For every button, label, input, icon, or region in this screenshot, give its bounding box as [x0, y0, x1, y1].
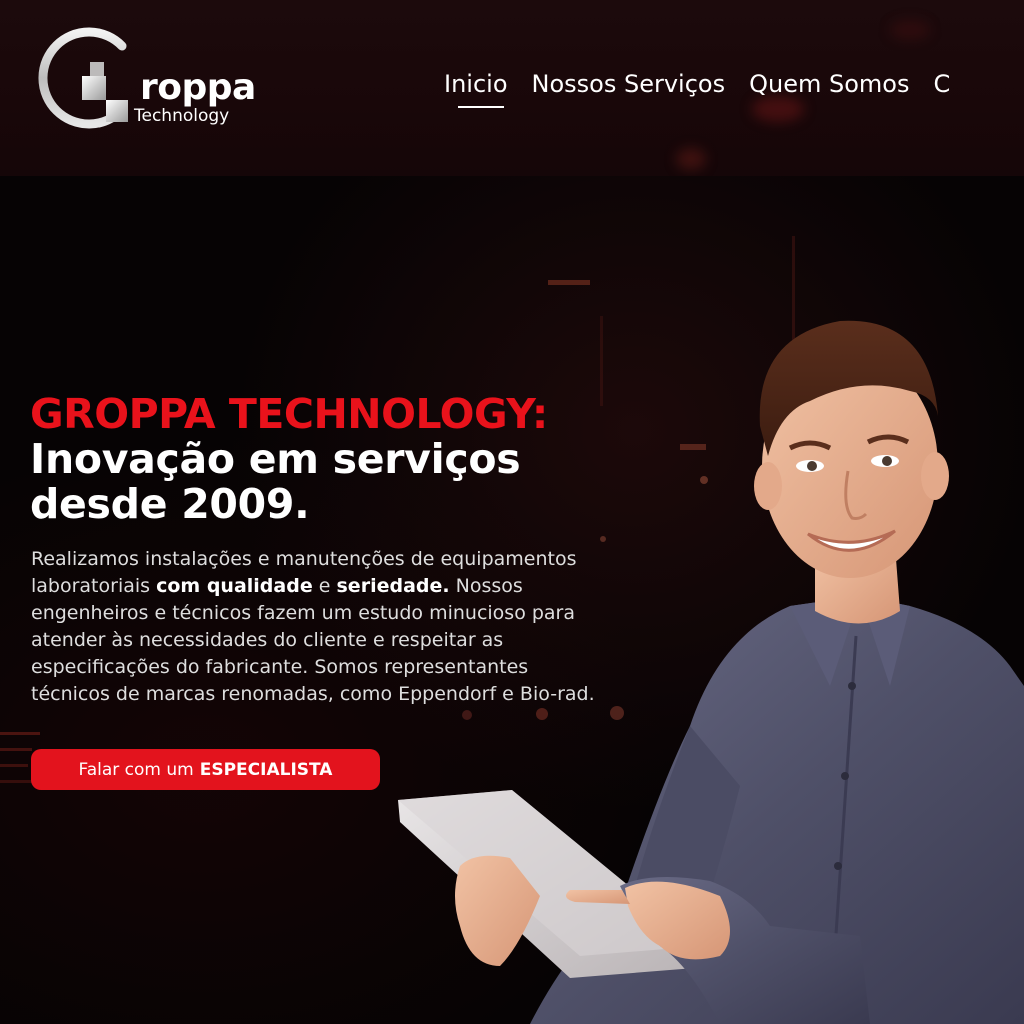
header-bokeh-light — [752, 96, 804, 122]
bg-light-streak — [0, 732, 40, 735]
nav-item-contato[interactable]: C — [933, 70, 950, 99]
bg-light-streak — [0, 764, 28, 767]
nav-item-inicio[interactable]: Inicio — [444, 70, 508, 108]
hero-title-brand: GROPPA TECHNOLOGY: — [30, 390, 548, 438]
bg-light-streak — [548, 280, 590, 285]
main-nav: Inicio Nossos Serviços Quem Somos C — [444, 70, 974, 108]
nav-item-nossos-servicos[interactable]: Nossos Serviços — [532, 70, 726, 99]
header-bokeh-light — [676, 148, 706, 170]
bg-light-streak — [0, 748, 32, 751]
talk-to-specialist-button[interactable]: Falar com um ESPECIALISTA — [31, 749, 380, 790]
hero-heading: GROPPA TECHNOLOGY: Inovação em serviços … — [30, 390, 670, 529]
hero-description: Realizamos instalações e manutenções de … — [31, 546, 611, 708]
cta-emphasis: ESPECIALISTA — [199, 759, 333, 780]
brand-name: roppa — [140, 67, 256, 108]
hero-title-line-1: Inovação em serviços — [30, 435, 521, 484]
hero-text-part: e — [312, 575, 337, 597]
hero-section: GROPPA TECHNOLOGY: Inovação em serviços … — [0, 176, 1024, 1024]
site-header: roppa Technology Inicio Nossos Serviços … — [0, 0, 1024, 176]
hero-text-emphasis: seriedade. — [336, 575, 450, 597]
hero-text-emphasis: com qualidade — [156, 575, 313, 597]
nav-item-quem-somos[interactable]: Quem Somos — [749, 70, 909, 99]
brand-tagline: Technology — [134, 106, 230, 126]
header-bokeh-light — [890, 20, 930, 40]
groppa-logo[interactable]: roppa Technology — [30, 26, 256, 130]
hero-title-line-2: desde 2009. — [30, 480, 310, 529]
cta-prefix: Falar com um — [78, 759, 194, 780]
